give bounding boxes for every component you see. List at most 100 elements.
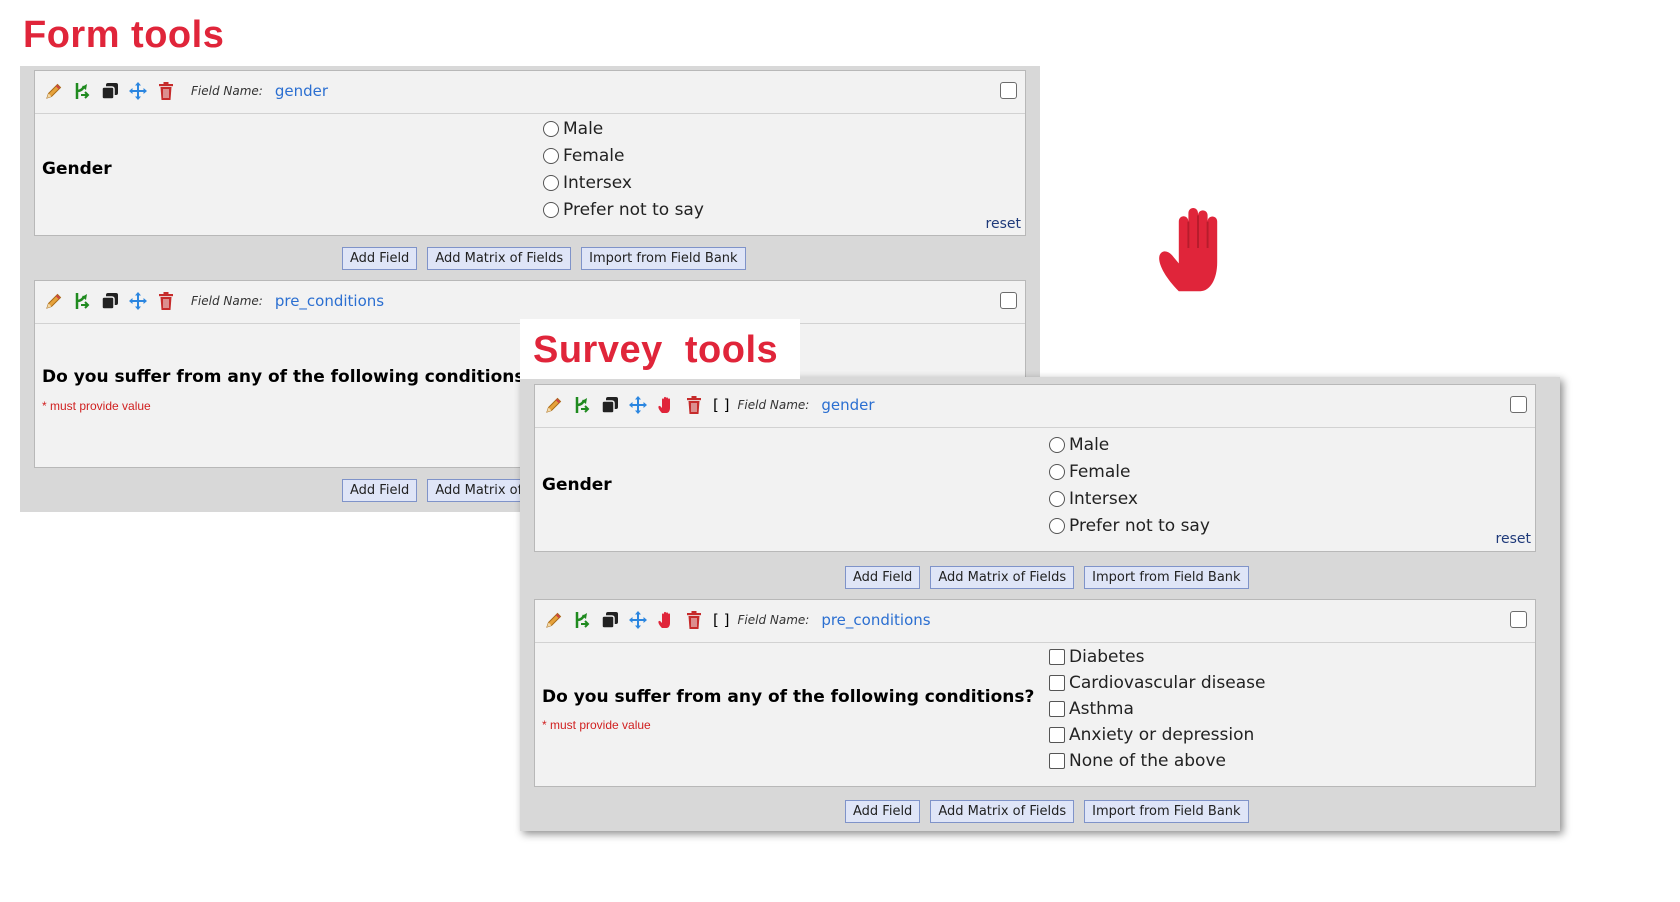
field-toolbar: Field Name: gender <box>43 80 328 102</box>
required-note: * must provide value <box>42 399 151 413</box>
field-name-value: gender <box>274 82 329 100</box>
field-name-label: Field Name: <box>191 294 263 308</box>
import-field-bank-button[interactable]: Import from Field Bank <box>1084 800 1249 823</box>
radio-button[interactable] <box>1049 463 1065 480</box>
bracket-marker: [ ] <box>713 611 730 629</box>
radio-option[interactable]: Prefer not to say <box>1049 512 1210 539</box>
field-label: Gender <box>42 159 112 179</box>
add-field-buttons: Add Field Add Matrix of Fields Import fr… <box>845 800 1249 823</box>
reset-link[interactable]: reset <box>1496 531 1531 547</box>
add-field-buttons: Add Field Add Matrix of Fields Import fr… <box>342 247 746 270</box>
copy-field-icon[interactable] <box>599 394 621 416</box>
radio-button[interactable] <box>543 147 559 164</box>
radio-option[interactable]: Male <box>543 115 704 142</box>
field-name-label: Field Name: <box>737 613 810 627</box>
add-matrix-button[interactable]: Add Matrix of Fields <box>930 800 1075 823</box>
field-gender: [ ] Field Name: gender Gender Male Femal… <box>534 384 1536 552</box>
checkbox-options: Diabetes Cardiovascular disease Asthma A… <box>1049 644 1265 774</box>
copy-field-icon[interactable] <box>99 80 121 102</box>
field-toolbar: [ ] Field Name: pre_conditions <box>543 609 931 631</box>
move-field-icon[interactable] <box>127 80 149 102</box>
stop-action-hand-icon[interactable] <box>655 394 677 416</box>
checkbox-option[interactable]: Diabetes <box>1049 644 1265 670</box>
checkbox-option[interactable]: Cardiovascular disease <box>1049 670 1265 696</box>
field-name-label: Field Name: <box>191 84 263 98</box>
field-name-value: gender <box>821 396 875 414</box>
survey-tools-panel: [ ] Field Name: gender Gender Male Femal… <box>520 377 1560 831</box>
stop-hand-icon <box>1159 208 1218 292</box>
field-header: [ ] Field Name: gender <box>535 385 1535 428</box>
radio-button[interactable] <box>543 120 559 137</box>
add-field-button[interactable]: Add Field <box>845 566 921 589</box>
edit-pencil-icon[interactable] <box>543 609 565 631</box>
radio-button[interactable] <box>1049 490 1065 507</box>
delete-trash-icon[interactable] <box>683 609 705 631</box>
radio-option[interactable]: Male <box>1049 431 1210 458</box>
radio-options: Male Female Intersex Prefer not to say <box>543 115 704 223</box>
add-field-button[interactable]: Add Field <box>342 479 418 502</box>
radio-button[interactable] <box>1049 436 1065 453</box>
delete-trash-icon[interactable] <box>155 80 177 102</box>
move-field-icon[interactable] <box>627 394 649 416</box>
radio-option[interactable]: Prefer not to say <box>543 196 704 223</box>
radio-options: Male Female Intersex Prefer not to say <box>1049 431 1210 539</box>
branching-logic-icon[interactable] <box>71 80 93 102</box>
copy-field-icon[interactable] <box>99 290 121 312</box>
field-select-checkbox[interactable] <box>1000 82 1017 99</box>
branching-logic-icon[interactable] <box>571 394 593 416</box>
field-select-checkbox[interactable] <box>1510 396 1527 413</box>
form-tools-heading: Form tools <box>23 14 225 56</box>
checkbox[interactable] <box>1049 675 1065 691</box>
radio-button[interactable] <box>543 174 559 191</box>
add-field-button[interactable]: Add Field <box>845 800 921 823</box>
edit-pencil-icon[interactable] <box>43 290 65 312</box>
checkbox[interactable] <box>1049 701 1065 717</box>
move-field-icon[interactable] <box>627 609 649 631</box>
survey-tools-heading: Survey tools <box>533 329 779 371</box>
add-field-buttons: Add Field Add Matrix of Fields Import fr… <box>845 566 1249 589</box>
import-field-bank-button[interactable]: Import from Field Bank <box>1084 566 1249 589</box>
branching-logic-icon[interactable] <box>71 290 93 312</box>
checkbox-option[interactable]: Asthma <box>1049 696 1265 722</box>
field-label: Do you suffer from any of the following … <box>42 367 535 387</box>
add-field-button[interactable]: Add Field <box>342 247 418 270</box>
radio-option[interactable]: Female <box>1049 458 1210 485</box>
field-header: [ ] Field Name: pre_conditions <box>535 600 1535 643</box>
edit-pencil-icon[interactable] <box>543 394 565 416</box>
delete-trash-icon[interactable] <box>683 394 705 416</box>
radio-option[interactable]: Female <box>543 142 704 169</box>
add-matrix-button[interactable]: Add Matrix of Fields <box>427 247 572 270</box>
field-name-value: pre_conditions <box>274 292 385 310</box>
field-select-checkbox[interactable] <box>1000 292 1017 309</box>
delete-trash-icon[interactable] <box>155 290 177 312</box>
checkbox-option[interactable]: None of the above <box>1049 748 1265 774</box>
edit-pencil-icon[interactable] <box>43 80 65 102</box>
checkbox[interactable] <box>1049 753 1065 769</box>
branching-logic-icon[interactable] <box>571 609 593 631</box>
field-toolbar: Field Name: pre_conditions <box>43 290 384 312</box>
radio-button[interactable] <box>543 201 559 218</box>
checkbox-option[interactable]: Anxiety or depression <box>1049 722 1265 748</box>
field-label: Gender <box>542 475 612 495</box>
required-note: * must provide value <box>542 718 651 732</box>
add-matrix-button[interactable]: Add Matrix of Fields <box>930 566 1075 589</box>
field-header: Field Name: gender <box>35 71 1025 114</box>
reset-link[interactable]: reset <box>986 216 1021 232</box>
field-toolbar: [ ] Field Name: gender <box>543 394 875 416</box>
move-field-icon[interactable] <box>127 290 149 312</box>
field-header: Field Name: pre_conditions <box>35 281 1025 324</box>
checkbox[interactable] <box>1049 727 1065 743</box>
checkbox[interactable] <box>1049 649 1065 665</box>
field-name-value: pre_conditions <box>821 611 931 629</box>
stop-action-hand-icon[interactable] <box>655 609 677 631</box>
import-field-bank-button[interactable]: Import from Field Bank <box>581 247 746 270</box>
field-gender: Field Name: gender Gender Male Female In… <box>34 70 1026 236</box>
field-name-label: Field Name: <box>737 398 810 412</box>
bracket-marker: [ ] <box>713 396 730 414</box>
radio-option[interactable]: Intersex <box>1049 485 1210 512</box>
radio-button[interactable] <box>1049 517 1065 534</box>
radio-option[interactable]: Intersex <box>543 169 704 196</box>
field-label: Do you suffer from any of the following … <box>542 687 1035 707</box>
copy-field-icon[interactable] <box>599 609 621 631</box>
field-select-checkbox[interactable] <box>1510 611 1527 628</box>
